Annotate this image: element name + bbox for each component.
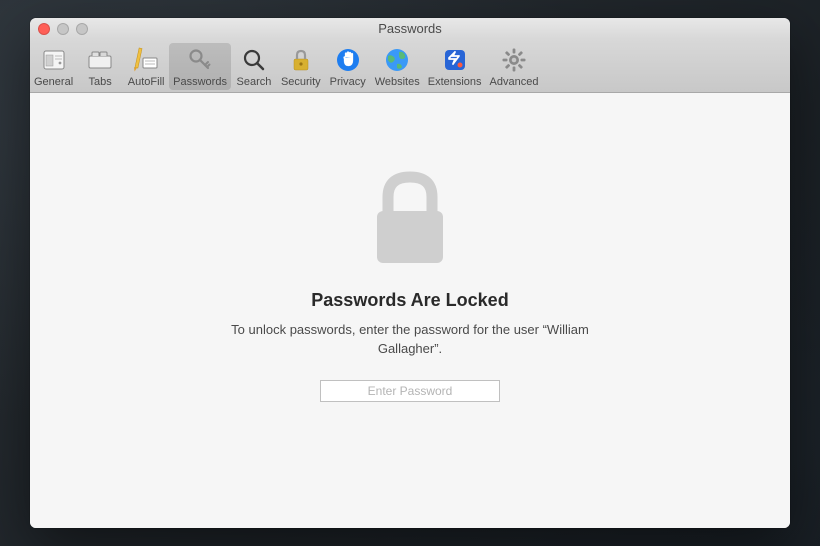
lock-icon [286, 45, 316, 75]
password-input[interactable] [320, 380, 500, 402]
content-pane: Passwords Are Locked To unlock passwords… [30, 93, 790, 528]
toolbar-label: Search [237, 76, 272, 88]
tabs-icon [85, 45, 115, 75]
toolbar-item-search[interactable]: Search [231, 43, 277, 90]
gear-icon [499, 45, 529, 75]
close-button[interactable] [38, 23, 50, 35]
toolbar-item-privacy[interactable]: Privacy [325, 43, 371, 90]
toolbar-item-autofill[interactable]: AutoFill [123, 43, 169, 90]
preferences-window: Passwords General [30, 18, 790, 528]
autofill-icon [131, 45, 161, 75]
toolbar-item-extensions[interactable]: Extensions [424, 43, 486, 90]
key-icon [185, 45, 215, 75]
globe-icon [382, 45, 412, 75]
general-icon [39, 45, 69, 75]
toolbar-label: Extensions [428, 76, 482, 88]
toolbar-item-security[interactable]: Security [277, 43, 325, 90]
zoom-button[interactable] [76, 23, 88, 35]
toolbar: General Tabs A [30, 39, 790, 93]
toolbar-item-tabs[interactable]: Tabs [77, 43, 123, 90]
traffic-lights [38, 23, 88, 35]
extensions-icon [440, 45, 470, 75]
toolbar-label: Websites [375, 76, 420, 88]
privacy-hand-icon [333, 45, 363, 75]
titlebar: Passwords [30, 18, 790, 39]
toolbar-item-passwords[interactable]: Passwords [169, 43, 231, 90]
toolbar-label: General [34, 76, 73, 88]
search-icon [239, 45, 269, 75]
toolbar-item-general[interactable]: General [30, 43, 77, 90]
toolbar-label: Advanced [490, 76, 539, 88]
toolbar-label: Passwords [173, 76, 227, 88]
minimize-button[interactable] [57, 23, 69, 35]
locked-subtext: To unlock passwords, enter the password … [230, 321, 590, 359]
toolbar-item-websites[interactable]: Websites [371, 43, 424, 90]
locked-heading: Passwords Are Locked [311, 290, 508, 311]
toolbar-label: Security [281, 76, 321, 88]
window-title: Passwords [30, 21, 790, 36]
toolbar-label: Tabs [89, 76, 112, 88]
toolbar-label: AutoFill [128, 76, 165, 88]
toolbar-label: Privacy [330, 76, 366, 88]
toolbar-item-advanced[interactable]: Advanced [486, 43, 543, 90]
large-lock-icon [368, 169, 452, 274]
